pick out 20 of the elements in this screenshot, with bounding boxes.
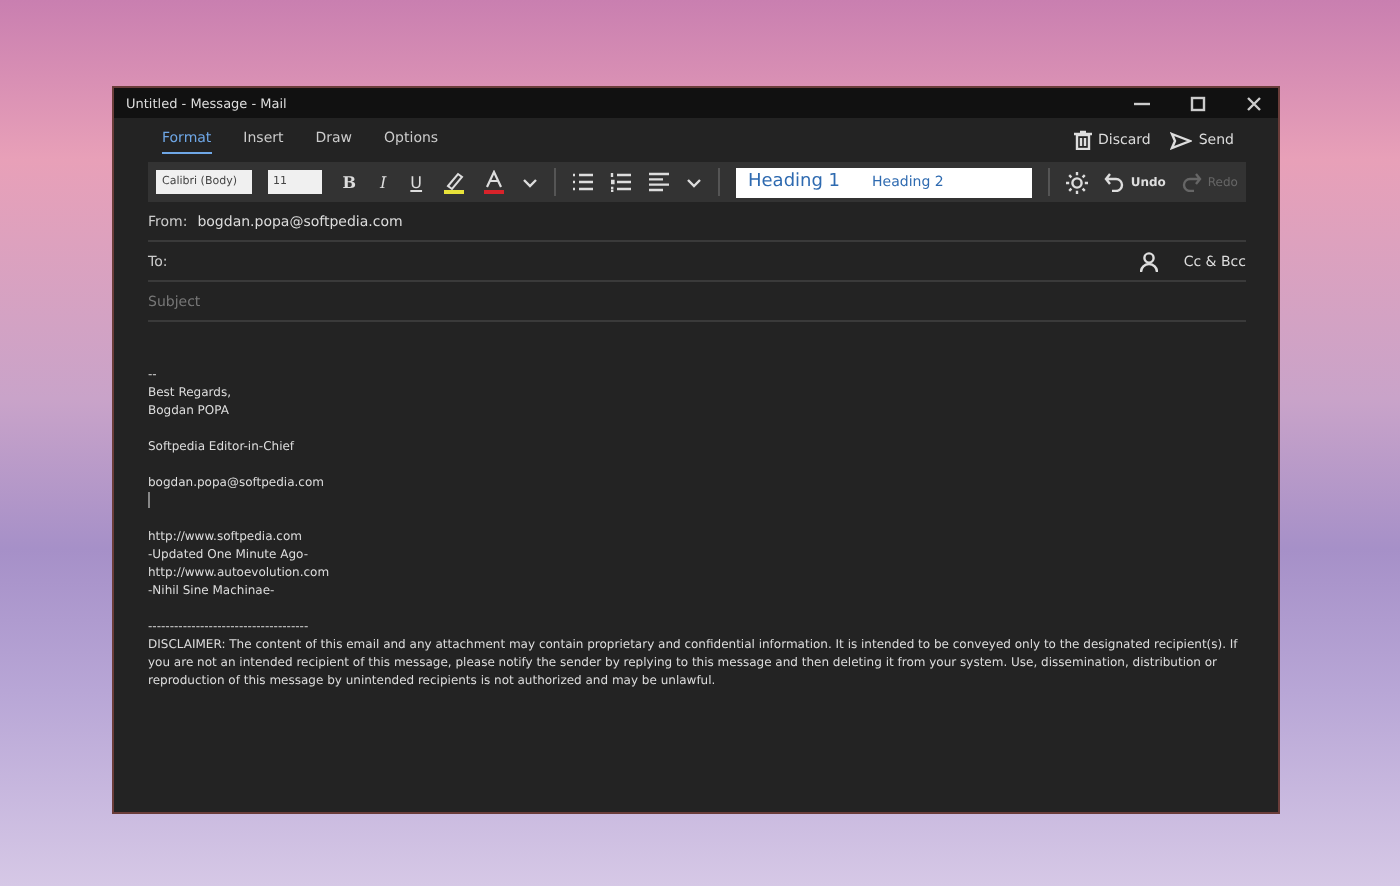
- font-color-icon[interactable]: [482, 170, 507, 194]
- bullet-list-icon[interactable]: [572, 172, 595, 192]
- maximize-icon[interactable]: [1190, 95, 1206, 111]
- caret-icon[interactable]: [522, 177, 539, 187]
- text-cursor: [148, 492, 150, 509]
- align-icon[interactable]: [648, 172, 671, 192]
- highlighter-icon[interactable]: [442, 170, 467, 194]
- person-icon[interactable]: [1139, 251, 1158, 271]
- bold-button[interactable]: B: [338, 172, 360, 192]
- close-icon[interactable]: [1246, 95, 1262, 111]
- trash-icon: [1074, 130, 1093, 150]
- style-option[interactable]: Heading 1: [748, 172, 841, 192]
- send-icon: [1170, 131, 1193, 149]
- italic-button[interactable]: I: [376, 173, 391, 191]
- undo-arrow-icon: [1104, 172, 1125, 192]
- caret-icon[interactable]: [686, 177, 703, 187]
- redo-arrow-icon: [1181, 172, 1202, 192]
- sun-icon[interactable]: [1066, 171, 1089, 193]
- underline-button[interactable]: U: [406, 173, 427, 191]
- numbered-list-icon[interactable]: [610, 172, 633, 192]
